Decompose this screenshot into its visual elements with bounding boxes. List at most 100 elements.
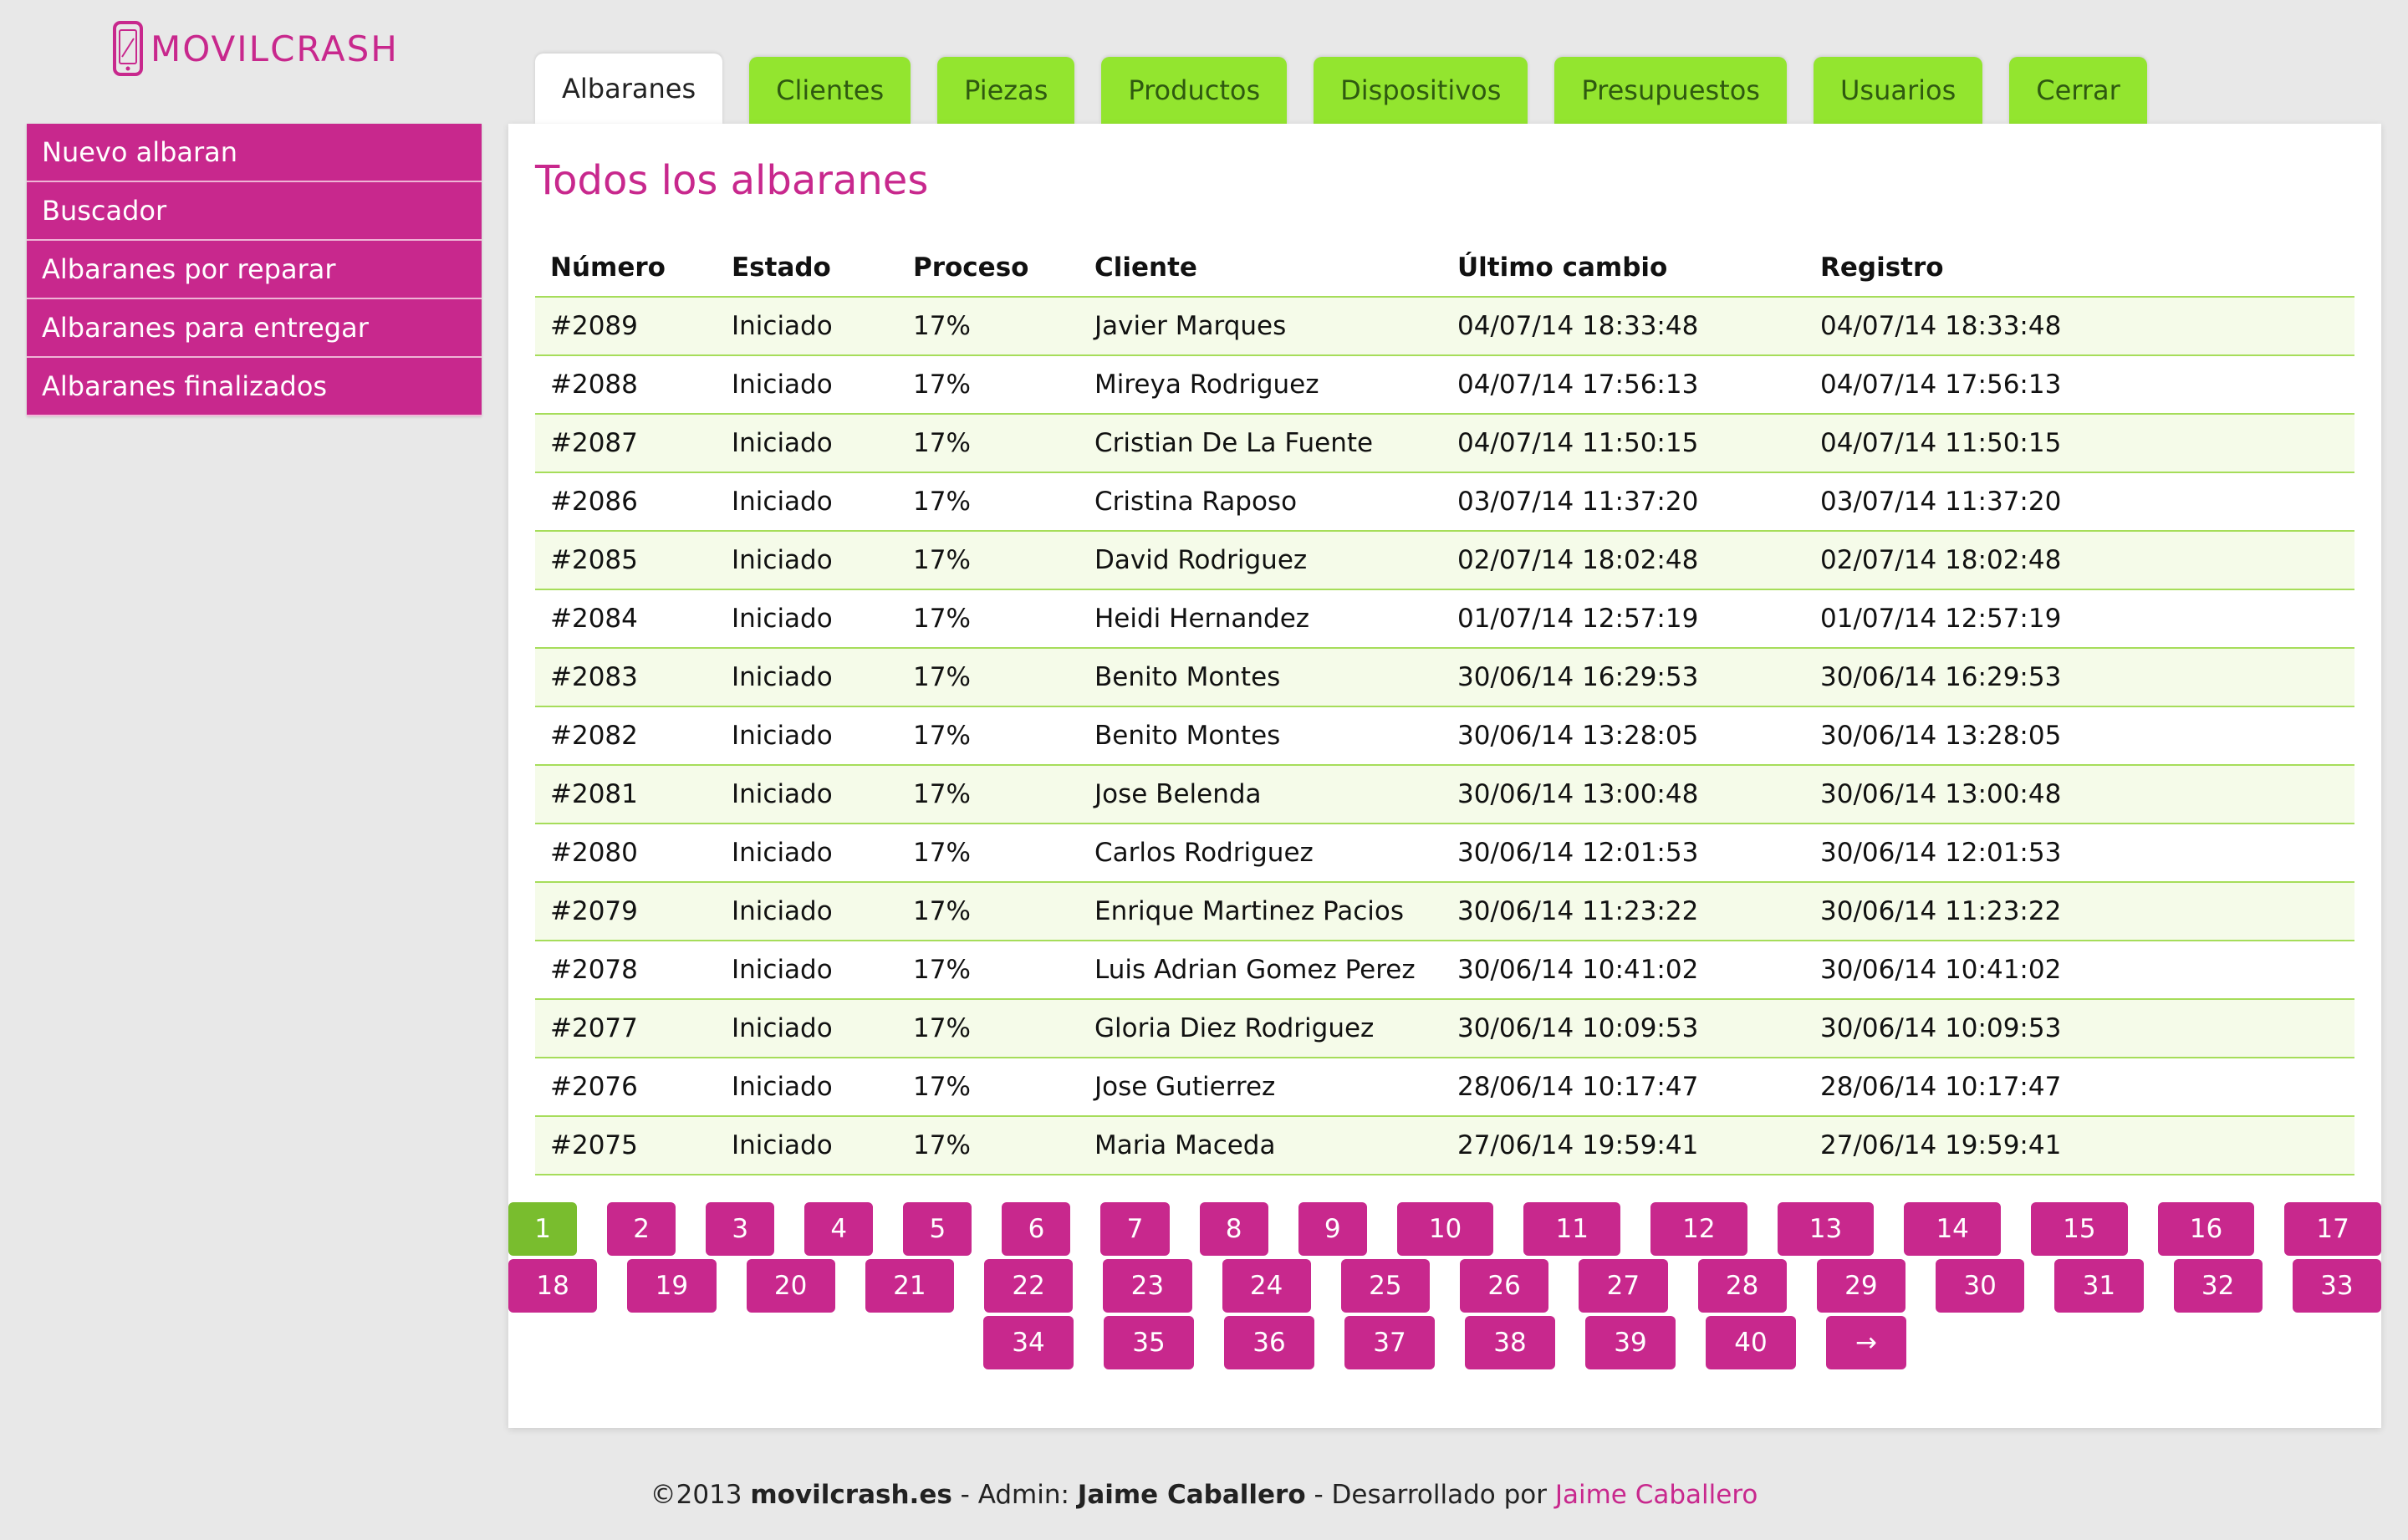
cell-estado: Iniciado bbox=[717, 941, 898, 1000]
page-button-13[interactable]: 13 bbox=[1777, 1202, 1875, 1256]
page-title: Todos los albaranes bbox=[535, 157, 929, 204]
page-button-19[interactable]: 19 bbox=[627, 1259, 717, 1313]
cell-ultimo-cambio: 04/07/14 11:50:15 bbox=[1442, 414, 1805, 473]
page-button-2[interactable]: 2 bbox=[607, 1202, 676, 1256]
page-button-30[interactable]: 30 bbox=[1936, 1259, 2025, 1313]
page-button-23[interactable]: 23 bbox=[1103, 1259, 1192, 1313]
cell-cliente: Jose Belenda bbox=[1079, 765, 1442, 824]
tab-piezas[interactable]: Piezas bbox=[937, 57, 1075, 124]
cell-ultimo-cambio: 03/07/14 11:37:20 bbox=[1442, 472, 1805, 532]
page-button-36[interactable]: 36 bbox=[1224, 1316, 1314, 1369]
page-button-7[interactable]: 7 bbox=[1100, 1202, 1170, 1256]
page-button-32[interactable]: 32 bbox=[2173, 1259, 2263, 1313]
tab-clientes[interactable]: Clientes bbox=[749, 57, 911, 124]
page-button-18[interactable]: 18 bbox=[508, 1259, 598, 1313]
table-row[interactable]: #2079 Iniciado 17% Enrique Martinez Pacios 3… bbox=[535, 882, 2354, 941]
cell-registro: 30/06/14 10:09:53 bbox=[1805, 999, 2354, 1058]
tab-albaranes[interactable]: Albaranes bbox=[535, 54, 723, 124]
page-button-15[interactable]: 15 bbox=[2031, 1202, 2128, 1256]
cell-registro: 30/06/14 10:41:02 bbox=[1805, 941, 2354, 1000]
cell-registro: 30/06/14 13:28:05 bbox=[1805, 706, 2354, 766]
sidebar-item-para-entregar[interactable]: Albaranes para entregar bbox=[27, 299, 482, 358]
tab-usuarios[interactable]: Usuarios bbox=[1813, 57, 1983, 124]
page-button-40[interactable]: 40 bbox=[1706, 1316, 1796, 1369]
footer-developer-link[interactable]: Jaime Caballero bbox=[1555, 1480, 1758, 1510]
tab-dispositivos[interactable]: Dispositivos bbox=[1314, 57, 1528, 124]
tab-productos[interactable]: Productos bbox=[1101, 57, 1288, 124]
tab-cerrar[interactable]: Cerrar bbox=[2009, 57, 2147, 124]
main-panel: Todos los albaranes Número Estado Proces… bbox=[508, 124, 2381, 1428]
sidebar-item-nuevo-albaran[interactable]: Nuevo albaran bbox=[27, 124, 482, 182]
pagination-next-button[interactable]: → bbox=[1826, 1316, 1906, 1369]
page-button-26[interactable]: 26 bbox=[1460, 1259, 1549, 1313]
page-button-33[interactable]: 33 bbox=[2292, 1259, 2381, 1313]
tab-presupuestos[interactable]: Presupuestos bbox=[1554, 57, 1787, 124]
page-button-5[interactable]: 5 bbox=[903, 1202, 972, 1256]
cell-registro: 04/07/14 11:50:15 bbox=[1805, 414, 2354, 473]
table-row[interactable]: #2078 Iniciado 17% Luis Adrian Gomez Perez 3… bbox=[535, 941, 2354, 1000]
page-button-37[interactable]: 37 bbox=[1344, 1316, 1435, 1369]
table-row[interactable]: #2084 Iniciado 17% Heidi Hernandez 01/07/14 … bbox=[535, 589, 2354, 649]
page-button-27[interactable]: 27 bbox=[1579, 1259, 1668, 1313]
table-row[interactable]: #2086 Iniciado 17% Cristina Raposo 03/07/14 … bbox=[535, 472, 2354, 532]
cell-cliente: Maria Maceda bbox=[1079, 1116, 1442, 1175]
sidebar-item-por-reparar[interactable]: Albaranes por reparar bbox=[27, 241, 482, 299]
page-button-22[interactable]: 22 bbox=[984, 1259, 1074, 1313]
sidebar-item-finalizados[interactable]: Albaranes finalizados bbox=[27, 358, 482, 416]
table-row[interactable]: #2087 Iniciado 17% Cristian De La Fuente 04/… bbox=[535, 414, 2354, 473]
page-button-21[interactable]: 21 bbox=[865, 1259, 954, 1313]
pagination-row: 1 2 3 4 5 6 7 8 9 10 11 12 13 14 15 16 17 bbox=[508, 1202, 2381, 1256]
table-row[interactable]: #2082 Iniciado 17% Benito Montes 30/06/14 13… bbox=[535, 706, 2354, 766]
cell-cliente: Jose Gutierrez bbox=[1079, 1058, 1442, 1117]
footer-site: movilcrash.es bbox=[750, 1480, 952, 1510]
table-row[interactable]: #2083 Iniciado 17% Benito Montes 30/06/14 16… bbox=[535, 648, 2354, 707]
cell-ultimo-cambio: 04/07/14 18:33:48 bbox=[1442, 297, 1805, 356]
table-row[interactable]: #2080 Iniciado 17% Carlos Rodriguez 30/06/14… bbox=[535, 824, 2354, 883]
cell-proceso: 17% bbox=[898, 531, 1079, 590]
page-button-35[interactable]: 35 bbox=[1104, 1316, 1194, 1369]
table-row[interactable]: #2077 Iniciado 17% Gloria Diez Rodriguez 30/… bbox=[535, 999, 2354, 1058]
page-button-9[interactable]: 9 bbox=[1298, 1202, 1367, 1256]
pagination: 1 2 3 4 5 6 7 8 9 10 11 12 13 14 15 16 17 18 19 20 21 22 23 24 2… bbox=[508, 1202, 2381, 1373]
page-button-16[interactable]: 16 bbox=[2157, 1202, 2255, 1256]
page-button-29[interactable]: 29 bbox=[1816, 1259, 1905, 1313]
page-button-12[interactable]: 12 bbox=[1650, 1202, 1747, 1256]
page-button-8[interactable]: 8 bbox=[1199, 1202, 1268, 1256]
column-header-registro: Registro bbox=[1805, 239, 2354, 298]
sidebar-item-buscador[interactable]: Buscador bbox=[27, 182, 482, 241]
page-button-38[interactable]: 38 bbox=[1465, 1316, 1555, 1369]
table-row[interactable]: #2076 Iniciado 17% Jose Gutierrez 28/06/14 1… bbox=[535, 1058, 2354, 1117]
page-button-11[interactable]: 11 bbox=[1523, 1202, 1621, 1256]
cell-estado: Iniciado bbox=[717, 472, 898, 532]
table-row[interactable]: #2075 Iniciado 17% Maria Maceda 27/06/14 19:… bbox=[535, 1116, 2354, 1175]
page-button-25[interactable]: 25 bbox=[1340, 1259, 1430, 1313]
cell-proceso: 17% bbox=[898, 297, 1079, 356]
table-row[interactable]: #2085 Iniciado 17% David Rodriguez 02/07/14 … bbox=[535, 531, 2354, 590]
page-button-6[interactable]: 6 bbox=[1002, 1202, 1071, 1256]
page-button-17[interactable]: 17 bbox=[2284, 1202, 2381, 1256]
cell-registro: 30/06/14 13:00:48 bbox=[1805, 765, 2354, 824]
cell-cliente: Benito Montes bbox=[1079, 648, 1442, 707]
page-button-1[interactable]: 1 bbox=[508, 1202, 578, 1256]
table-row[interactable]: #2081 Iniciado 17% Jose Belenda 30/06/14 13:… bbox=[535, 765, 2354, 824]
column-header-ultimo-cambio: Último cambio bbox=[1442, 239, 1805, 298]
page-button-3[interactable]: 3 bbox=[706, 1202, 775, 1256]
table-row[interactable]: #2089 Iniciado 17% Javier Marques 04/07/14 1… bbox=[535, 297, 2354, 356]
cell-ultimo-cambio: 28/06/14 10:17:47 bbox=[1442, 1058, 1805, 1117]
table-row[interactable]: #2088 Iniciado 17% Mireya Rodriguez 04/07/14… bbox=[535, 355, 2354, 415]
page-button-10[interactable]: 10 bbox=[1396, 1202, 1494, 1256]
page-button-4[interactable]: 4 bbox=[804, 1202, 874, 1256]
page-button-34[interactable]: 34 bbox=[983, 1316, 1074, 1369]
page-button-31[interactable]: 31 bbox=[2054, 1259, 2144, 1313]
page-button-20[interactable]: 20 bbox=[746, 1259, 835, 1313]
cell-cliente: Cristian De La Fuente bbox=[1079, 414, 1442, 473]
cell-registro: 27/06/14 19:59:41 bbox=[1805, 1116, 2354, 1175]
table-header-row: Número Estado Proceso Cliente Último cam… bbox=[535, 239, 2354, 298]
page-button-24[interactable]: 24 bbox=[1222, 1259, 1311, 1313]
page-button-14[interactable]: 14 bbox=[1904, 1202, 2001, 1256]
phone-logo-icon bbox=[113, 21, 143, 76]
cell-numero: #2080 bbox=[535, 824, 717, 883]
page-button-39[interactable]: 39 bbox=[1585, 1316, 1676, 1369]
page-button-28[interactable]: 28 bbox=[1697, 1259, 1787, 1313]
logo[interactable]: MOVILCRASH bbox=[112, 17, 399, 80]
